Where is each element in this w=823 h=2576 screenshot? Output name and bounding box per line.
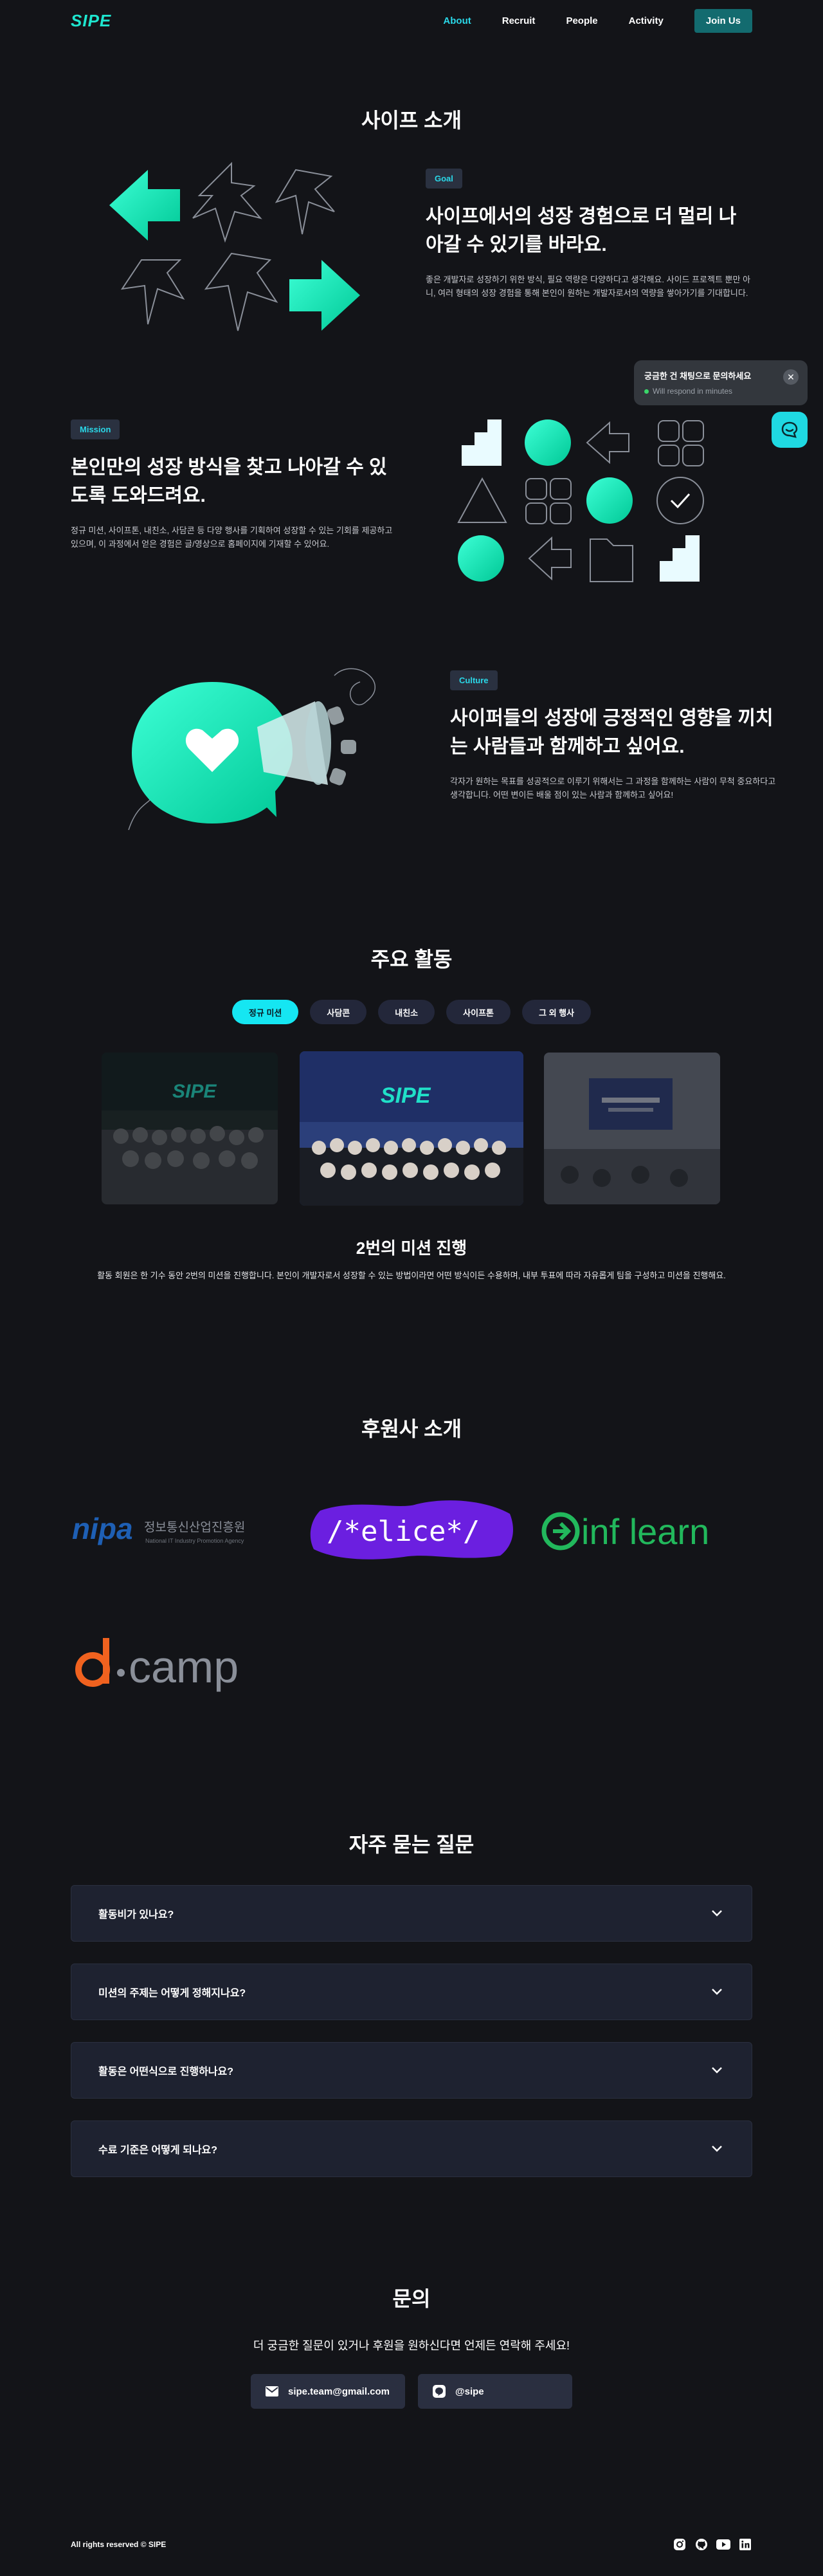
sponsor-elice[interactable]: /*elice*/ [307, 1498, 514, 1562]
activities-title: 주요 활동 [370, 948, 453, 971]
nav-people[interactable]: People [566, 15, 597, 26]
youtube-icon[interactable] [716, 2537, 730, 2552]
activity-slide-desc: 활동 회원은 한 기수 동안 2번의 미션을 진행합니다. 본인이 개발자로서 … [97, 1271, 726, 1280]
chevron-down-icon [712, 2146, 722, 2152]
nipa-logo-mark: nipa [72, 1512, 133, 1545]
mission-heading: 본인만의 성장 방식을 찾고 나아갈 수 있도록 도와드려요. [71, 457, 387, 506]
goal-arrows-illustration [109, 161, 360, 331]
culture-heading: 사이퍼들의 성장에 긍정적인 영향을 끼치는 사람들과 함께하고 싶어요. [450, 708, 773, 757]
nipa-logo: nipa 정보통신산업진흥원 National IT Industry Prom… [72, 1512, 245, 1545]
sponsors-title: 후원사 소개 [361, 1417, 462, 1440]
chat-status-text: Will respond in minutes [653, 387, 733, 396]
chat-popup[interactable]: 궁금한 건 채팅으로 문의하세요 Will respond in minutes… [634, 360, 808, 405]
email-address: sipe.team@gmail.com [288, 2386, 390, 2397]
page: SIPE About Recruit People Activity Join … [0, 0, 823, 2576]
group-photo-image: SIPE [300, 1051, 523, 1206]
faq-item[interactable]: 수료 기준은 어떻게 되나요? [71, 2121, 752, 2177]
join-us-button[interactable]: Join Us [694, 8, 752, 33]
mission-shapes-illustration [457, 419, 704, 582]
nav-links: About Recruit People Activity Join Us [443, 8, 752, 33]
faq-question: 활동은 어떤식으로 진행하나요? [98, 2066, 234, 2077]
culture-block: Culture 사이퍼들의 성장에 긍정적인 영향을 끼치는 사람들과 함께하고… [450, 670, 778, 802]
culture-megaphone-illustration [128, 668, 376, 831]
culture-desc: 각자가 원하는 목표를 성공적으로 이루기 위해서는 그 과정을 함께하는 사람… [450, 777, 776, 800]
activity-photo-right[interactable] [544, 1053, 720, 1204]
faq-question: 미션의 주제는 어떻게 정해지나요? [98, 1988, 246, 1999]
mission-block: Mission 본인만의 성장 방식을 찾고 나아갈 수 있도록 도와드려요. … [71, 419, 399, 551]
copyright-text: All rights reserved © SIPE [71, 2540, 167, 2549]
inflearn-wordmark: inf learn [581, 1511, 709, 1552]
inflearn-logo: inf learn [541, 1511, 709, 1552]
linkedin-icon[interactable] [738, 2537, 752, 2552]
chevron-down-icon [712, 2067, 722, 2074]
presentation-photo-image [544, 1053, 720, 1204]
faq-item[interactable]: 미션의 주제는 어떻게 정해지나요? [71, 1964, 752, 2020]
elice-wordmark: /*elice*/ [327, 1515, 480, 1548]
mission-desc: 정규 미션, 사이프톤, 내친소, 사담콘 등 다양 행사를 기획하여 성장할 … [71, 526, 393, 549]
chevron-down-icon [712, 1910, 722, 1917]
kakao-contact-button[interactable]: @sipe [418, 2374, 572, 2409]
online-dot-icon [644, 389, 649, 394]
contact-title: 문의 [392, 2287, 431, 2310]
email-contact-button[interactable]: sipe.team@gmail.com [251, 2374, 405, 2409]
github-icon[interactable] [694, 2537, 709, 2552]
close-icon[interactable]: ✕ [783, 369, 799, 385]
chat-title: 궁금한 건 채팅으로 문의하세요 [644, 371, 752, 381]
chevron-down-icon [712, 1989, 722, 1995]
elice-logo: /*elice*/ [310, 1500, 513, 1559]
social-links [673, 2537, 752, 2552]
sponsor-nipa[interactable]: nipa 정보통신산업진흥원 National IT Industry Prom… [72, 1505, 279, 1557]
faq-question: 수료 기준은 어떻게 되나요? [98, 2145, 218, 2156]
tab-naechinso[interactable]: 내친소 [378, 1000, 435, 1024]
top-nav: SIPE About Recruit People Activity Join … [0, 0, 823, 41]
banner-logo: SIPE [172, 1081, 217, 1102]
goal-tag: Goal [426, 169, 462, 189]
faq-title: 자주 묻는 질문 [348, 1833, 475, 1856]
chat-icon [781, 421, 798, 438]
nav-activity[interactable]: Activity [629, 15, 664, 26]
faq-item[interactable]: 활동은 어떤식으로 진행하나요? [71, 2042, 752, 2099]
chat-status: Will respond in minutes [644, 387, 797, 396]
chat-launcher-button[interactable] [772, 412, 808, 448]
culture-tag: Culture [450, 670, 498, 690]
tab-other-events[interactable]: 그 외 행사 [522, 1000, 592, 1024]
sipe-logo[interactable]: SIPE [71, 11, 111, 31]
goal-block: Goal 사이프에서의 성장 경험으로 더 멀리 나아갈 수 있기를 바라요. … [426, 169, 754, 300]
activity-photo-center[interactable]: SIPE [300, 1051, 523, 1206]
goal-desc: 좋은 개발자로 성장하기 위한 방식, 필요 역량은 다양하다고 생각해요. 사… [426, 275, 751, 299]
dcamp-logo: camp [75, 1638, 239, 1692]
tab-sadamcon[interactable]: 사담콘 [310, 1000, 367, 1024]
goal-heading: 사이프에서의 성장 경험으로 더 멀리 나아갈 수 있기를 바라요. [426, 206, 737, 255]
nav-recruit[interactable]: Recruit [502, 15, 536, 26]
mission-tag: Mission [71, 419, 120, 439]
faq-item[interactable]: 활동비가 있나요? [71, 1885, 752, 1942]
activity-slide-title: 2번의 미션 진행 [356, 1238, 467, 1258]
kakao-id: @sipe [455, 2386, 484, 2397]
contact-subtitle: 더 궁금한 질문이 있거나 후원을 원하신다면 언제든 연락해 주세요! [253, 2339, 570, 2352]
faq-question: 활동비가 있나요? [98, 1909, 174, 1920]
activity-tabs: 정규 미션 사담콘 내친소 사이프톤 그 외 행사 [0, 1000, 823, 1024]
dcamp-wordmark: camp [129, 1642, 239, 1692]
nipa-korean-name: 정보통신산업진흥원 [144, 1520, 245, 1534]
sponsor-inflearn[interactable]: inf learn [541, 1505, 751, 1557]
instagram-icon[interactable] [673, 2537, 687, 2552]
intro-title: 사이프 소개 [361, 109, 462, 132]
group-photo-image: SIPE [102, 1053, 278, 1204]
mail-icon [266, 2386, 278, 2397]
tab-regular-mission[interactable]: 정규 미션 [231, 1000, 299, 1024]
tab-sipeton[interactable]: 사이프톤 [446, 1000, 511, 1024]
activity-photo-left[interactable]: SIPE [102, 1053, 278, 1204]
kakao-chat-icon [433, 2385, 446, 2398]
footer: All rights reserved © SIPE [71, 2535, 752, 2554]
sponsor-dcamp[interactable]: camp [72, 1634, 284, 1692]
nav-about[interactable]: About [443, 15, 471, 26]
nipa-english-name: National IT Industry Promotion Agency [145, 1538, 244, 1544]
banner-logo: SIPE [381, 1083, 431, 1108]
